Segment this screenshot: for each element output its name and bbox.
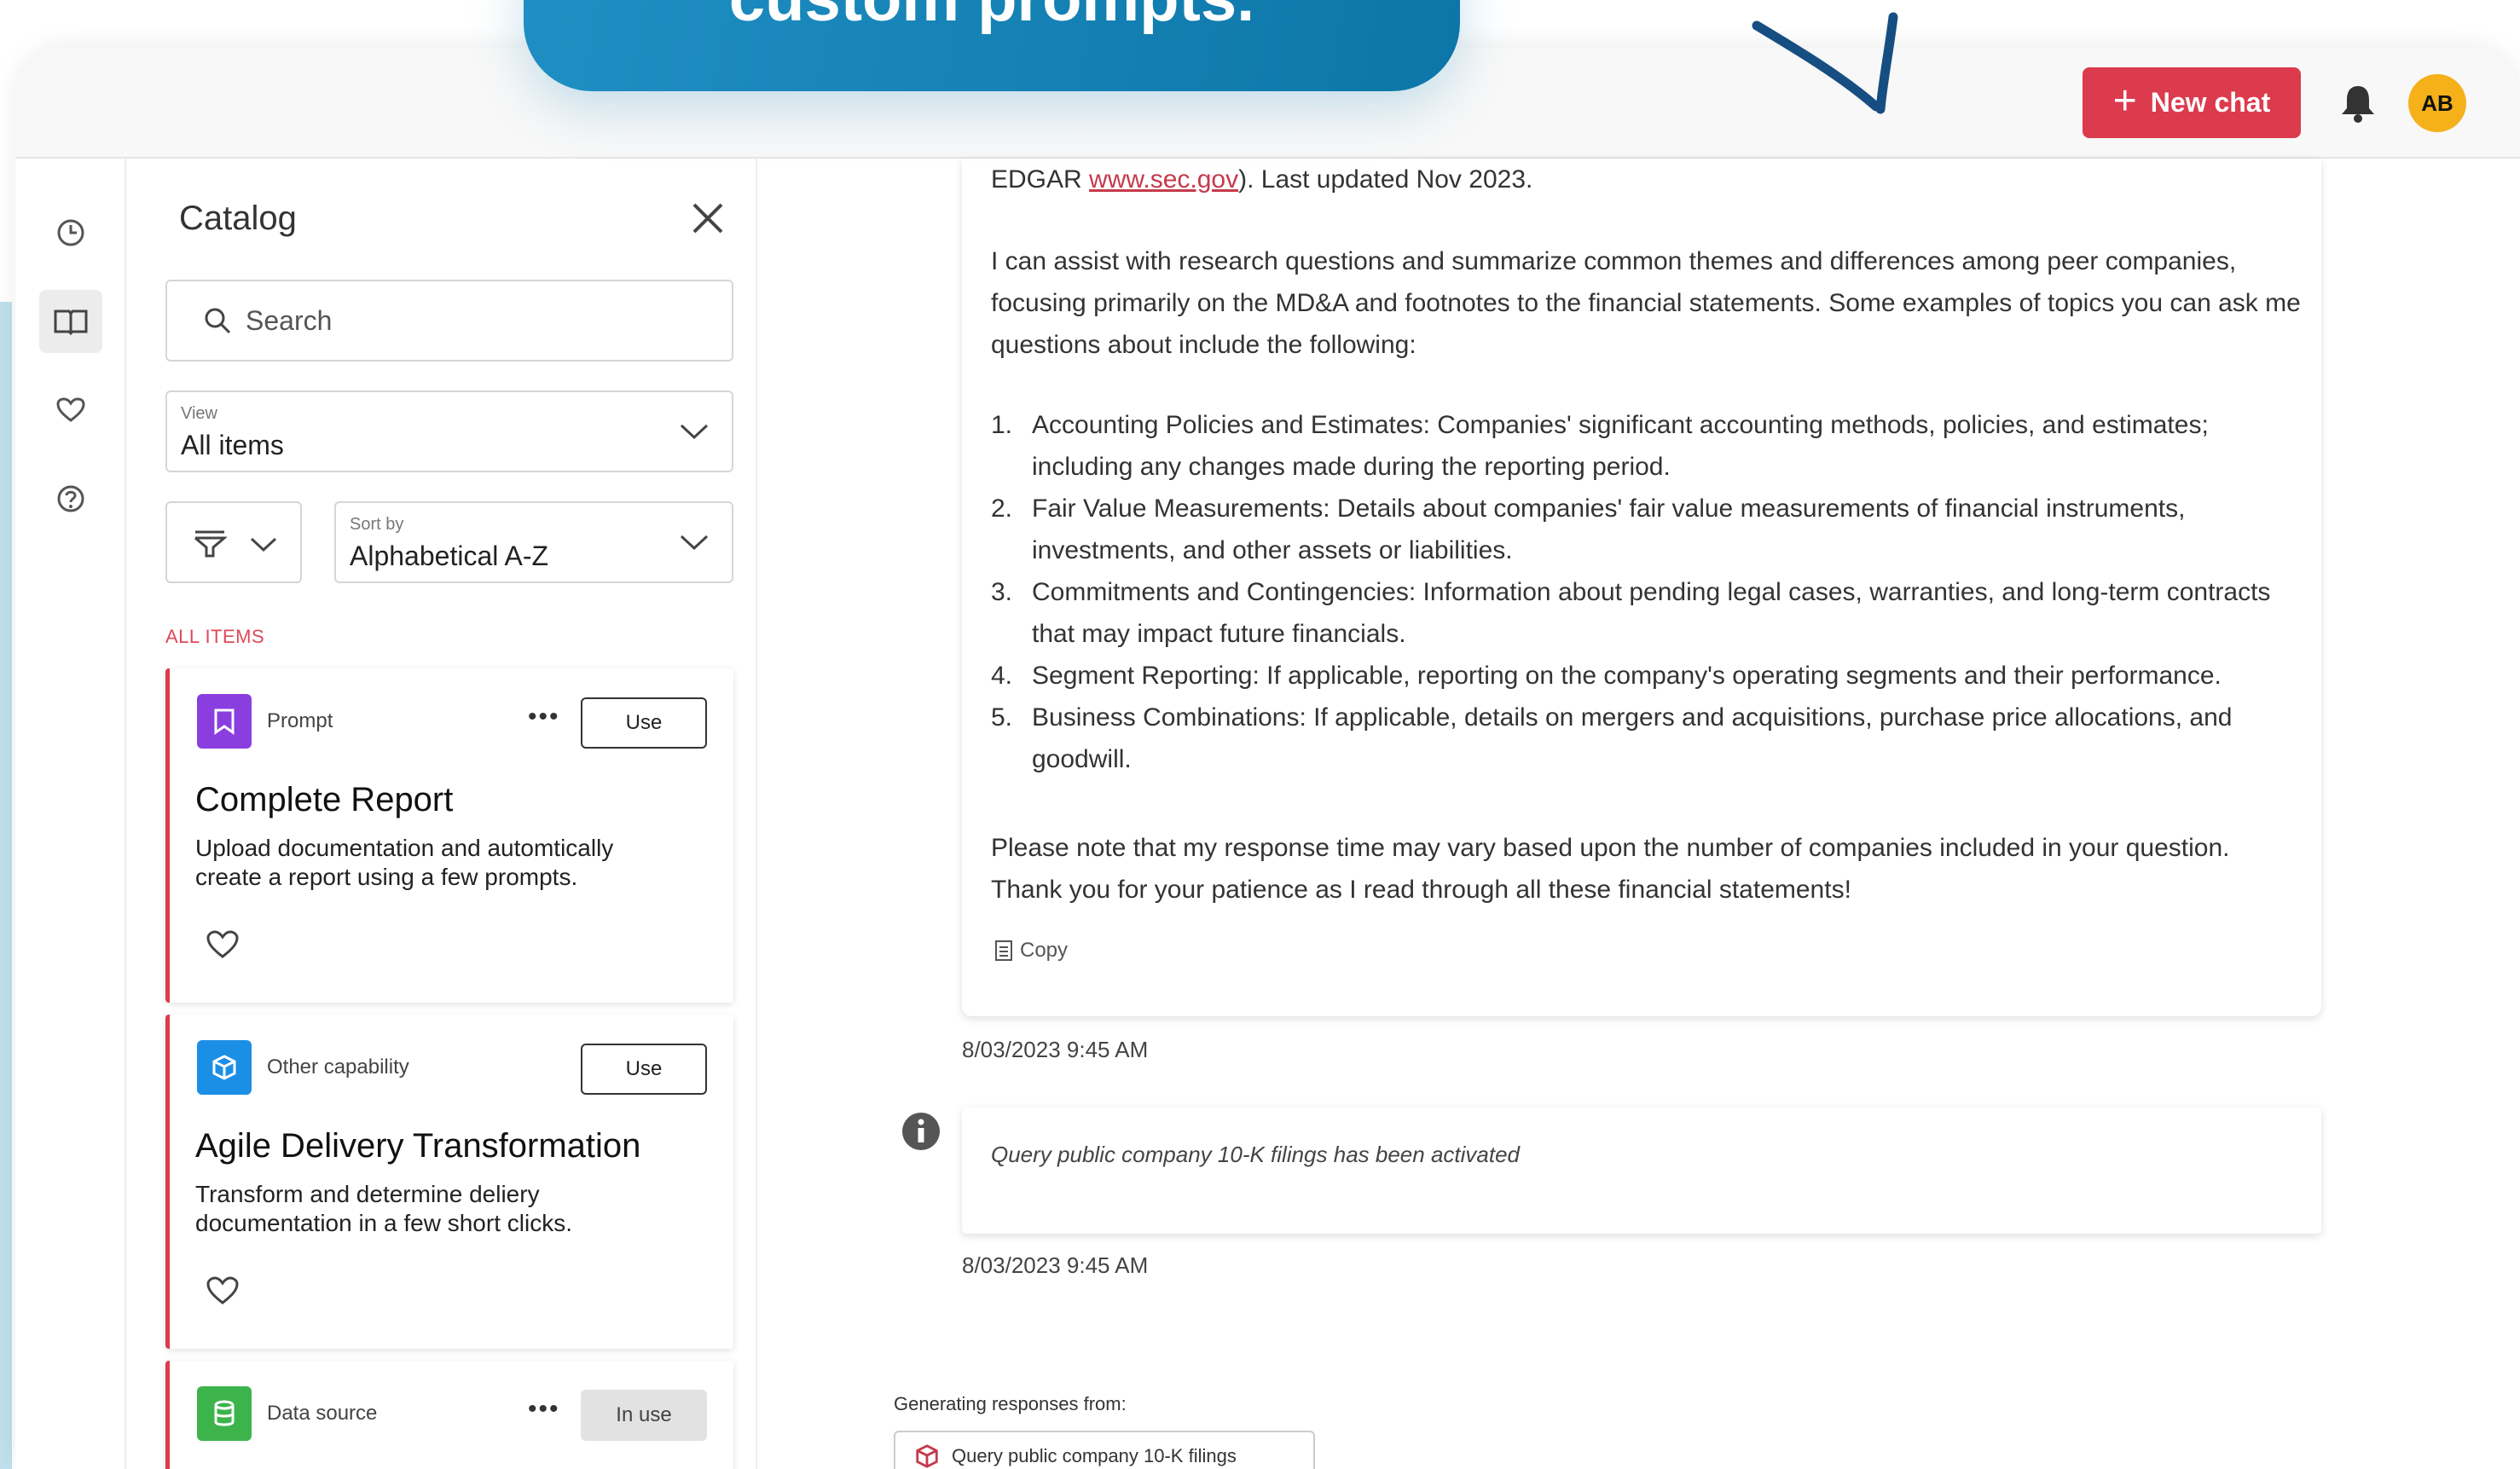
- close-icon[interactable]: [689, 200, 727, 237]
- database-icon: [197, 1386, 252, 1441]
- help-icon: [57, 485, 84, 512]
- arrow-icon: [1752, 12, 1898, 114]
- system-message-text: Query public company 10-K filings has be…: [991, 1142, 1521, 1167]
- heart-icon[interactable]: [206, 929, 240, 960]
- catalog-card[interactable]: Data source ••• In use: [165, 1361, 733, 1469]
- list-item: 5. Business Combinations: If applicable, …: [991, 703, 2233, 773]
- catalog-panel: Catalog Search View All items Sort by Al…: [126, 159, 757, 1469]
- card-title: Agile Delivery Transformation: [195, 1127, 641, 1165]
- source-chip-label: Query public company 10-K filings: [952, 1445, 1237, 1466]
- in-use-button[interactable]: In use: [581, 1390, 707, 1441]
- search-icon: [205, 308, 231, 334]
- card-description: Upload documentation and automtically cr…: [195, 835, 614, 890]
- intro-prefix: EDGAR: [991, 165, 1090, 194]
- chevron-down-icon: [680, 535, 709, 551]
- filter-select[interactable]: [165, 501, 302, 583]
- clock-icon: [57, 219, 84, 246]
- message-intro: EDGAR www.sec.gov). Last updated Nov 202…: [991, 159, 2304, 200]
- copy-icon: [995, 940, 1012, 961]
- sort-label: Sort by: [350, 515, 404, 534]
- catalog-card[interactable]: Prompt ••• Use Complete Report Upload do…: [165, 668, 733, 1003]
- sort-value: Alphabetical A-Z: [350, 541, 549, 571]
- use-button[interactable]: Use: [581, 1044, 707, 1095]
- cube-icon: [916, 1444, 938, 1468]
- rail-item-catalog[interactable]: [39, 290, 102, 353]
- view-select[interactable]: View All items: [165, 390, 733, 472]
- use-button[interactable]: Use: [581, 697, 707, 749]
- side-rail: [15, 159, 126, 1469]
- view-value: All items: [181, 430, 284, 460]
- app-window: + New chat AB Catalog Search View All it…: [15, 48, 2520, 1469]
- heart-icon: [56, 397, 85, 422]
- cube-icon: [197, 1040, 252, 1095]
- list-item: 2. Fair Value Measurements: Details about…: [991, 494, 2186, 564]
- search-input[interactable]: Search: [165, 280, 733, 361]
- copy-label: Copy: [1020, 939, 1069, 962]
- prompt-icon: [197, 694, 252, 749]
- topic-list: 1. Accounting Policies and Estimates: Com…: [991, 404, 2304, 780]
- generating-label: Generating responses from:: [894, 1393, 1127, 1414]
- sort-select[interactable]: Sort by Alphabetical A-Z: [334, 501, 733, 583]
- catalog-card[interactable]: Other capability Use Agile Delivery Tran…: [165, 1015, 733, 1349]
- chat-area: EDGAR www.sec.gov). Last updated Nov 202…: [757, 159, 2520, 1469]
- background-stripe: [0, 302, 12, 1469]
- card-type: Prompt: [267, 709, 333, 732]
- banner-text: custom prompts.: [729, 0, 1255, 32]
- avatar[interactable]: AB: [2408, 74, 2466, 132]
- card-title: Complete Report: [195, 781, 454, 818]
- list-item: 4. Segment Reporting: If applicable, repo…: [991, 662, 2222, 690]
- system-message: Query public company 10-K filings has be…: [962, 1108, 2321, 1234]
- timestamp: 8/03/2023 9:45 AM: [962, 1037, 1149, 1062]
- search-placeholder: Search: [246, 304, 333, 336]
- rail-item-history[interactable]: [39, 201, 102, 264]
- bell-icon[interactable]: [2337, 82, 2379, 124]
- chevron-down-icon: [250, 537, 277, 552]
- intro-suffix: ). Last updated Nov 2023.: [1238, 165, 1533, 194]
- chevron-down-icon: [680, 424, 709, 440]
- book-icon: [54, 309, 88, 336]
- card-type: Other capability: [267, 1055, 409, 1079]
- filter-icon: [194, 530, 227, 558]
- more-icon[interactable]: •••: [528, 1395, 560, 1424]
- assistant-message: EDGAR www.sec.gov). Last updated Nov 202…: [962, 159, 2321, 1016]
- copy-button[interactable]: Copy: [994, 939, 1068, 963]
- list-item: 3. Commitments and Contingencies: Informa…: [991, 578, 2271, 648]
- heart-icon[interactable]: [206, 1275, 240, 1306]
- card-description: Transform and determine deliery document…: [195, 1181, 572, 1236]
- new-chat-label: New chat: [2150, 87, 2271, 118]
- section-label: ALL ITEMS: [165, 626, 265, 647]
- timestamp: 8/03/2023 9:45 AM: [962, 1252, 1149, 1278]
- promo-banner: custom prompts.: [524, 0, 1460, 91]
- info-icon: [902, 1113, 940, 1150]
- view-label: View: [181, 404, 217, 423]
- catalog-title: Catalog: [179, 200, 297, 237]
- sec-link[interactable]: www.sec.gov: [1089, 165, 1238, 194]
- message-paragraph: I can assist with research questions and…: [991, 247, 2301, 359]
- list-item: 1. Accounting Policies and Estimates: Com…: [991, 411, 2209, 481]
- rail-item-favorites[interactable]: [39, 379, 102, 442]
- source-chip[interactable]: Query public company 10-K filings: [894, 1431, 1315, 1469]
- rail-item-help[interactable]: [39, 467, 102, 530]
- new-chat-button[interactable]: + New chat: [2083, 67, 2301, 138]
- plus-icon: +: [2112, 78, 2137, 124]
- more-icon[interactable]: •••: [528, 703, 560, 732]
- card-type: Data source: [267, 1402, 378, 1425]
- message-paragraph: Please note that my response time may va…: [991, 834, 2230, 904]
